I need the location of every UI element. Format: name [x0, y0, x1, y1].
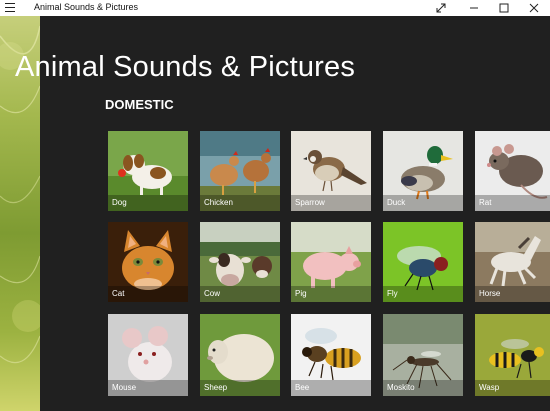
tile-sheep[interactable]: Sheep: [200, 314, 280, 396]
tile-dog[interactable]: Dog: [108, 131, 188, 211]
minimize-button[interactable]: [457, 0, 491, 16]
tile-moskito[interactable]: Moskito: [383, 314, 463, 396]
tile-label: Sheep: [204, 383, 228, 392]
tile-label: Sparrow: [295, 198, 325, 207]
tile-cat[interactable]: Cat: [108, 222, 188, 302]
maximize-button[interactable]: [487, 0, 521, 16]
tile-rat[interactable]: Rat: [475, 131, 550, 211]
page-title: Animal Sounds & Pictures: [15, 51, 356, 83]
tile-label: Duck: [387, 198, 406, 207]
tile-label: Mouse: [112, 383, 137, 392]
tile-label: Dog: [112, 198, 127, 207]
tile-horse[interactable]: Horse: [475, 222, 550, 302]
tile-label: Wasp: [479, 383, 500, 392]
full-screen-button[interactable]: [424, 0, 458, 16]
close-button[interactable]: [517, 0, 550, 16]
tile-label: Moskito: [387, 383, 415, 392]
hamburger-menu-icon[interactable]: [5, 3, 15, 12]
tile-label: Fly: [387, 289, 398, 298]
expand-icon: [436, 3, 446, 13]
tile-label: Bee: [295, 383, 310, 392]
minimize-icon: [470, 7, 478, 9]
tile-cow[interactable]: Cow: [200, 222, 280, 302]
tile-sparrow[interactable]: Sparrow: [291, 131, 371, 211]
tile-bee[interactable]: Bee: [291, 314, 371, 396]
maximize-icon: [499, 3, 509, 13]
window-title: Animal Sounds & Pictures: [34, 2, 139, 12]
tile-label: Cat: [112, 289, 125, 298]
tile-duck[interactable]: Duck: [383, 131, 463, 211]
tile-label: Horse: [479, 289, 501, 298]
section-heading-domestic: DOMESTIC: [105, 97, 174, 112]
tile-wasp[interactable]: Wasp: [475, 314, 550, 396]
title-bar: Animal Sounds & Pictures: [0, 0, 550, 16]
tile-label: Chicken: [204, 198, 233, 207]
tile-label: Rat: [479, 198, 492, 207]
tile-label: Cow: [204, 289, 221, 298]
tile-mouse[interactable]: Mouse: [108, 314, 188, 396]
close-icon: [529, 3, 539, 13]
tile-fly[interactable]: Fly: [383, 222, 463, 302]
tile-pig[interactable]: Pig: [291, 222, 371, 302]
tile-chicken[interactable]: Chicken: [200, 131, 280, 211]
tile-label: Pig: [295, 289, 307, 298]
